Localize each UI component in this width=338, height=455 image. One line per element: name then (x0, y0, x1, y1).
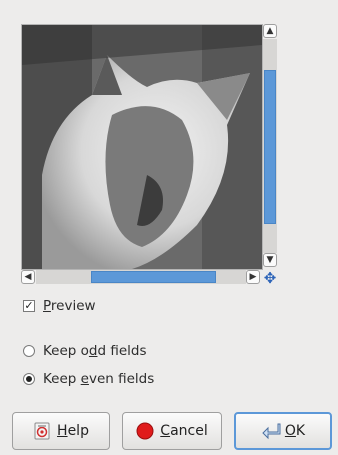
cancel-button[interactable]: Cancel (122, 412, 222, 450)
keep-even-fields-label[interactable]: Keep even fields (43, 371, 154, 387)
keep-odd-fields-radio[interactable] (23, 345, 35, 357)
cancel-button-label: Cancel (160, 423, 208, 439)
chevron-down-icon[interactable]: ▼ (263, 253, 277, 267)
ok-button[interactable]: OK (234, 412, 332, 450)
chevron-right-icon[interactable]: ▶ (246, 270, 260, 284)
ok-button-label: OK (284, 423, 306, 439)
move-icon[interactable]: ✥ (262, 270, 278, 286)
vertical-scroll-thumb[interactable] (264, 70, 276, 224)
ok-icon (261, 422, 281, 440)
help-button[interactable]: Help (12, 412, 110, 450)
chevron-left-icon[interactable]: ◀ (21, 270, 35, 284)
keep-odd-fields-label[interactable]: Keep odd fields (43, 343, 147, 359)
help-icon (33, 422, 51, 440)
horizontal-scrollbar[interactable]: ◀ ▶ (21, 269, 261, 286)
keep-even-fields-option[interactable]: Keep even fields (23, 369, 154, 389)
preview-image[interactable] (21, 24, 263, 270)
preview-label[interactable]: Preview (43, 298, 96, 314)
keep-odd-fields-option[interactable]: Keep odd fields (23, 341, 147, 361)
keep-even-fields-radio[interactable] (23, 373, 35, 385)
vertical-scrollbar[interactable]: ▲ ▼ (262, 24, 278, 268)
help-button-label: Help (57, 423, 89, 439)
chevron-up-icon[interactable]: ▲ (263, 24, 277, 38)
cancel-icon (136, 422, 154, 440)
preview-checkbox-row[interactable]: ✓ Preview (23, 296, 96, 316)
horizontal-scroll-thumb[interactable] (91, 271, 216, 283)
preview-checkbox[interactable]: ✓ (23, 300, 35, 312)
